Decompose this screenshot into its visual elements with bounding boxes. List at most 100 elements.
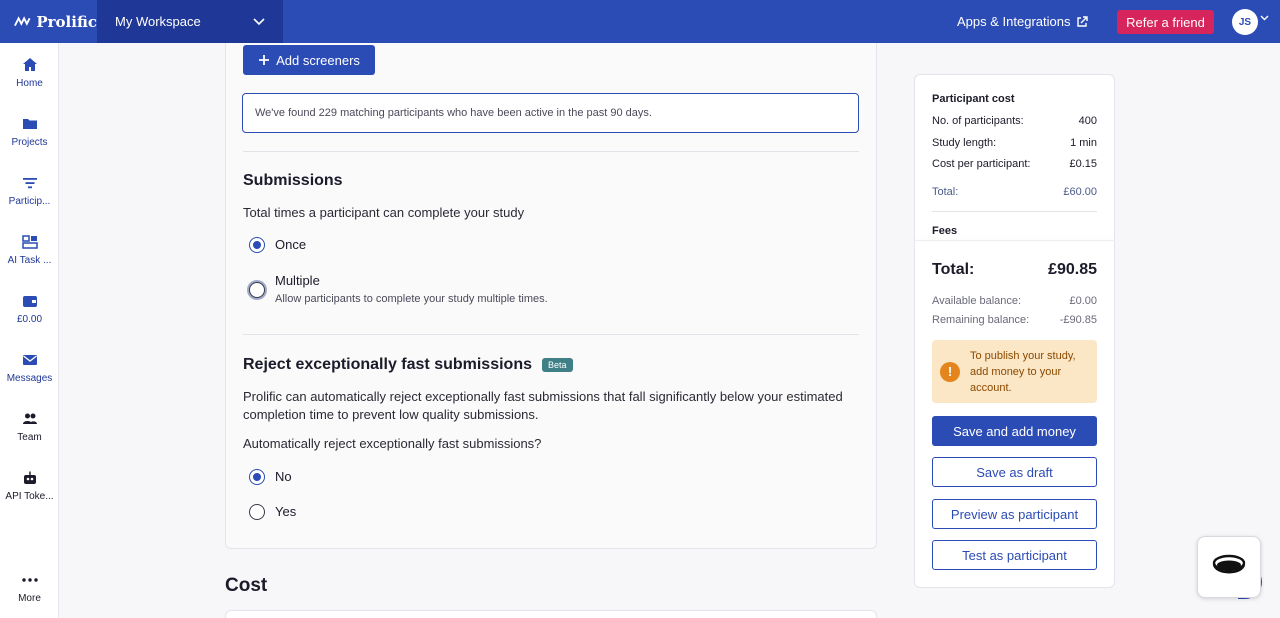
balance-label: Remaining balance: — [932, 314, 1030, 326]
reject-fast-heading: Reject exceptionally fast submissions Bet… — [243, 356, 573, 374]
cost-card — [225, 610, 877, 618]
cost-row-value: £0.15 — [1069, 158, 1097, 170]
radio-label: No — [275, 469, 292, 484]
sidebar-item-projects[interactable]: Projects — [0, 115, 59, 163]
matching-participants-notice: We've found 229 matching participants wh… — [242, 93, 859, 133]
filter-icon — [22, 178, 37, 189]
radio-label: Yes — [275, 504, 297, 519]
sidebar-item-participants[interactable]: Particip... — [0, 174, 59, 222]
plus-icon — [259, 55, 270, 65]
workspace-name: My Workspace — [115, 14, 201, 29]
reject-fast-title: Reject exceptionally fast submissions — [243, 356, 532, 373]
cost-row-label: Total: — [932, 186, 959, 198]
add-screeners-label: Add screeners — [276, 52, 360, 68]
section-divider — [243, 151, 859, 152]
sidebar-item-label: Home — [16, 78, 43, 89]
envelope-icon — [22, 355, 37, 365]
cost-row-label: Study length: — [932, 137, 997, 149]
sidebar-item-ai-task[interactable]: AI Task ... — [0, 233, 59, 281]
wallet-icon — [22, 296, 37, 307]
radio-multiple[interactable] — [249, 282, 265, 298]
avatar[interactable]: JS — [1232, 9, 1258, 35]
people-icon — [22, 413, 37, 424]
panel-divider — [932, 211, 1097, 212]
cost-row-cost-per-participant: Cost per participant: £0.15 — [932, 158, 1097, 170]
sidebar-item-messages[interactable]: Messages — [0, 351, 59, 399]
section-divider — [243, 334, 859, 335]
submissions-option-multiple[interactable]: Multiple Allow participants to complete … — [249, 273, 548, 305]
warning-text: To publish your study, add money to your… — [970, 349, 1076, 394]
chevron-down-icon — [253, 17, 265, 25]
chevron-down-icon[interactable] — [1260, 15, 1269, 21]
grand-total-label: Total: — [932, 261, 975, 278]
reject-option-no[interactable]: No — [249, 469, 292, 485]
warning-icon: ! — [940, 361, 960, 382]
publish-warning: ! To publish your study, add money to yo… — [932, 340, 1097, 403]
panel-split — [914, 240, 1115, 241]
cost-row-participants: No. of participants: 400 — [932, 115, 1097, 127]
reject-option-yes[interactable]: Yes — [249, 504, 296, 520]
test-participant-button[interactable]: Test as participant — [932, 540, 1097, 570]
sidebar-item-label: API Toke... — [5, 491, 54, 502]
sidebar-item-label: More — [18, 593, 41, 604]
cost-row-value: 1 min — [1070, 137, 1097, 149]
home-icon — [22, 58, 37, 71]
cost-row-label: Cost per participant: — [932, 158, 1031, 170]
external-link-icon — [1077, 15, 1089, 27]
radio-no[interactable] — [249, 469, 265, 485]
save-add-money-button[interactable]: Save and add money — [932, 416, 1097, 446]
cost-row-label: No. of participants: — [932, 115, 1024, 127]
grand-total: Total: £90.85 — [932, 261, 1097, 279]
sidebar-item-label: Projects — [11, 137, 48, 148]
sidebar: Home Projects Particip... AI Task ... £0… — [0, 43, 59, 618]
participant-cost-title: Participant cost — [932, 93, 1015, 105]
cost-row-value: 400 — [1078, 115, 1097, 127]
grand-total-value: £90.85 — [1048, 261, 1097, 278]
submissions-question: Total times a participant can complete y… — [243, 205, 525, 220]
beta-badge: Beta — [542, 357, 573, 372]
radio-once[interactable] — [249, 237, 265, 253]
sidebar-item-more[interactable]: More — [0, 571, 59, 618]
top-bar: Prolific My Workspace Apps & Integration… — [0, 0, 1280, 43]
cost-row-subtotal: Total: £60.00 — [932, 186, 1097, 198]
sidebar-item-label: Team — [17, 432, 42, 443]
balance-value: £0.00 — [1069, 295, 1097, 307]
sidebar-item-api-tokens[interactable]: API Toke... — [0, 469, 59, 517]
help-chat-button[interactable] — [1197, 536, 1261, 598]
sidebar-item-home[interactable]: Home — [0, 56, 59, 104]
more-icon — [21, 578, 38, 582]
sidebar-item-label: Particip... — [8, 196, 51, 207]
fees-label: Fees — [932, 225, 958, 237]
prolific-logo-icon — [14, 15, 31, 26]
preview-participant-button[interactable]: Preview as participant — [932, 499, 1097, 529]
radio-sublabel: Allow participants to complete your stud… — [275, 293, 548, 305]
remaining-balance: Remaining balance: -£90.85 — [932, 314, 1097, 326]
add-screeners-button[interactable]: Add screeners — [243, 45, 375, 75]
submissions-heading: Submissions — [243, 172, 343, 189]
sidebar-item-wallet[interactable]: £0.00 — [0, 292, 59, 340]
chat-bubble-icon — [1212, 554, 1246, 574]
cost-row-study-length: Study length: 1 min — [932, 137, 1097, 149]
sidebar-item-label: £0.00 — [16, 314, 43, 325]
balance-value: -£90.85 — [1059, 314, 1097, 326]
brand-name: Prolific — [36, 12, 97, 31]
submissions-option-once[interactable]: Once — [249, 237, 306, 253]
refer-friend-button[interactable]: Refer a friend — [1117, 10, 1214, 34]
radio-label: Multiple — [275, 273, 320, 288]
brand-logo[interactable]: Prolific — [0, 0, 97, 43]
cost-row-value: £60.00 — [1063, 186, 1097, 198]
reject-fast-description: Prolific can automatically reject except… — [243, 389, 843, 422]
radio-label: Once — [275, 237, 307, 252]
apps-integrations-link[interactable]: Apps & Integrations — [957, 0, 1089, 43]
sidebar-item-label: Messages — [6, 373, 53, 384]
balance-label: Available balance: — [932, 295, 1022, 307]
save-draft-button[interactable]: Save as draft — [932, 457, 1097, 487]
workspace-selector[interactable]: My Workspace — [97, 0, 283, 43]
radio-yes[interactable] — [249, 504, 265, 520]
available-balance: Available balance: £0.00 — [932, 295, 1097, 307]
sidebar-item-team[interactable]: Team — [0, 410, 59, 458]
reject-fast-question: Automatically reject exceptionally fast … — [243, 436, 542, 451]
apps-integrations-label: Apps & Integrations — [957, 14, 1071, 29]
robot-icon — [23, 471, 36, 484]
cost-heading: Cost — [225, 575, 268, 596]
